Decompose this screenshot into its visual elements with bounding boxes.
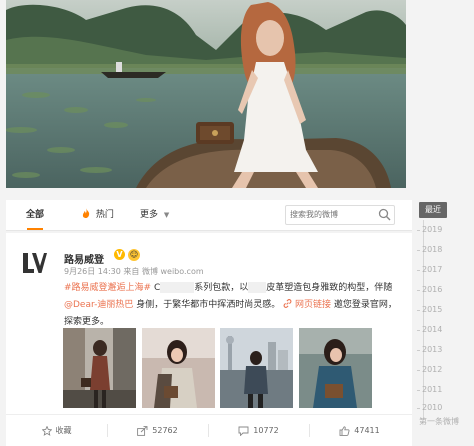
search-input[interactable] (290, 207, 374, 222)
post-text: C (151, 283, 161, 293)
feed-tab-bar: 全部 热门 更多 ▼ (6, 200, 412, 231)
timeline-year[interactable]: 2017 (417, 265, 449, 274)
link-icon[interactable] (283, 299, 295, 310)
star-icon (41, 424, 52, 436)
like-button[interactable]: 47411 (309, 415, 410, 446)
timeline-year[interactable]: 2014 (417, 325, 449, 334)
search-icon[interactable] (377, 207, 392, 222)
post-text: 皮革塑造包身雅致的构型，伴随 (266, 283, 393, 293)
blurred-text (248, 282, 267, 293)
member-badge-icon: ☺ (128, 249, 140, 261)
share-count: 52762 (152, 426, 178, 435)
tab-all-label: 全部 (26, 210, 45, 220)
timeline-year[interactable]: 2016 (417, 285, 449, 294)
post-image[interactable] (220, 328, 293, 408)
lv-logo-icon (23, 253, 47, 273)
share-icon (137, 425, 148, 436)
timeline-year[interactable]: 2013 (417, 345, 449, 354)
timeline-latest[interactable]: 最近 (419, 202, 447, 218)
post-body: #路易威登邂逅上海# C 系列包款，以 皮革塑造包身雅致的构型，伴随 @Dear-迪丽… (64, 280, 399, 331)
favorite-label: 收藏 (55, 426, 72, 435)
post-image[interactable] (299, 328, 372, 408)
comment-count: 10772 (253, 426, 279, 435)
tab-more-label: 更多 (140, 210, 159, 220)
avatar[interactable] (20, 248, 50, 278)
tab-hot-label: 热门 (95, 210, 114, 220)
timeline-year[interactable]: 2018 (417, 245, 449, 254)
comment-button[interactable]: 10772 (208, 415, 309, 446)
verified-badge-icon: V (114, 249, 125, 260)
like-count: 47411 (354, 426, 380, 435)
timeline-year[interactable]: 2011 (417, 385, 449, 394)
year-timeline: 最近 2019 2018 2017 2016 2015 2014 2013 20… (417, 202, 459, 442)
flame-icon (82, 200, 90, 230)
post-mention[interactable]: @Dear-迪丽热巴 (64, 300, 133, 310)
post-action-bar: 收藏 52762 10772 47411 (6, 414, 412, 446)
timeline-first-post[interactable]: 第一条微博 (419, 416, 459, 427)
post-image[interactable] (142, 328, 215, 408)
post-meta: 9月26日 14:30 来自 微博 weibo.com (64, 267, 204, 276)
post-image[interactable] (63, 328, 136, 408)
timeline-year[interactable]: 2010 (417, 403, 449, 412)
chevron-down-icon: ▼ (163, 211, 170, 219)
comment-icon (238, 426, 249, 436)
post-hashtag[interactable]: #路易威登邂逅上海# (64, 283, 151, 293)
share-button[interactable]: 52762 (107, 415, 208, 446)
weibo-post-card: 路易威登 V ☺ 9月26日 14:30 来自 微博 weibo.com #路易… (6, 233, 412, 446)
blurred-text (160, 282, 195, 293)
search-box[interactable] (285, 205, 395, 225)
timeline-year[interactable]: 2012 (417, 365, 449, 374)
post-text: 身侧，于繁华都市中挥洒时尚灵感。 (133, 300, 281, 310)
tab-hot[interactable]: 热门 (82, 200, 114, 230)
like-icon (339, 425, 350, 436)
tab-more[interactable]: 更多 ▼ (140, 200, 169, 230)
tab-all[interactable]: 全部 (26, 200, 44, 230)
hero-photo (6, 0, 406, 188)
post-text: 系列包款，以 (194, 283, 249, 293)
web-link[interactable]: 网页链接 (295, 300, 331, 310)
timeline-year[interactable]: 2019 (417, 225, 449, 234)
timeline-year[interactable]: 2015 (417, 305, 449, 314)
favorite-button[interactable]: 收藏 (6, 415, 107, 446)
post-author-name[interactable]: 路易威登 (64, 251, 104, 266)
post-image-grid (63, 328, 373, 408)
